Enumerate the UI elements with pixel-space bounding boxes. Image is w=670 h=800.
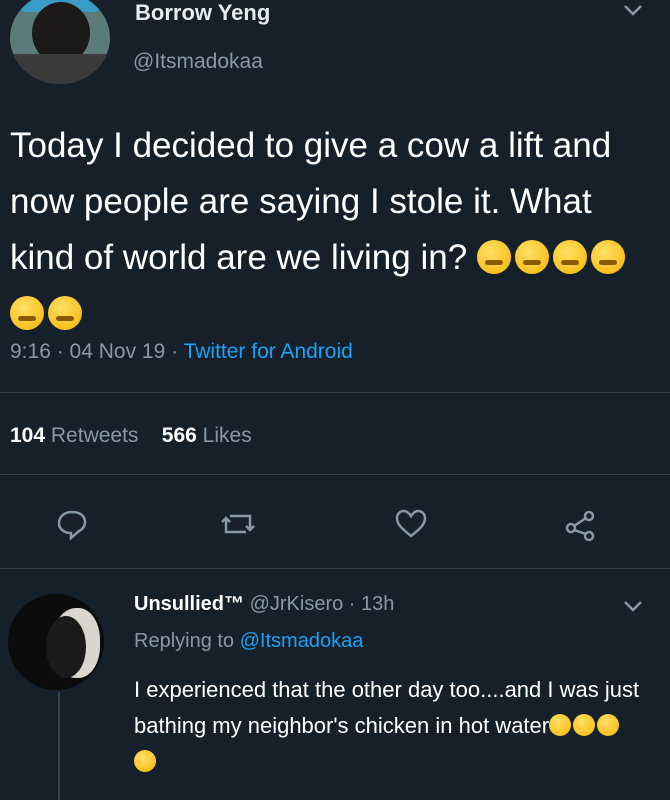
retweets-count: 104 xyxy=(10,424,46,447)
divider xyxy=(0,568,670,569)
tears-of-joy-face-icon xyxy=(597,714,620,736)
replying-to-handle[interactable]: @Itsmadokaa xyxy=(240,630,364,652)
divider xyxy=(0,474,670,475)
thread-line xyxy=(58,692,60,800)
replying-to-prefix: Replying to xyxy=(134,630,235,652)
tears-of-joy-face-icon xyxy=(590,240,625,274)
author-avatar[interactable] xyxy=(10,0,110,84)
replying-to: Replying to @Itsmadokaa xyxy=(134,630,363,653)
crying-face-icon xyxy=(552,240,587,274)
loudly-crying-face-icon xyxy=(573,714,596,736)
share-icon[interactable] xyxy=(562,506,598,547)
tweet-meta: 9:16 · 04 Nov 19 · Twitter for Android xyxy=(10,340,353,363)
reply-age: 13h xyxy=(361,593,395,615)
retweet-icon[interactable] xyxy=(218,506,258,547)
crying-face-icon xyxy=(514,240,549,274)
retweets-label: Retweets xyxy=(50,424,139,447)
like-icon[interactable] xyxy=(393,506,429,547)
tweet-date: 04 Nov 19 xyxy=(69,340,166,363)
avatar-shirt xyxy=(10,54,110,84)
reply-header: Unsullied™ @JrKisero · 13h xyxy=(134,593,395,615)
loudly-crying-face-icon xyxy=(549,714,572,736)
reply-author-name[interactable]: Unsullied™ xyxy=(134,593,244,615)
reply-author-handle[interactable]: @JrKisero xyxy=(250,593,344,615)
chevron-down-icon[interactable] xyxy=(622,0,644,23)
tears-of-joy-face-icon xyxy=(134,750,156,772)
retweets-stat[interactable]: 104 Retweets xyxy=(10,424,138,447)
author-name[interactable]: Borrow Yeng xyxy=(135,0,270,26)
tears-of-joy-face-icon xyxy=(10,296,44,330)
reply-author-avatar[interactable] xyxy=(8,594,104,690)
divider xyxy=(0,392,670,393)
pensive-face-icon xyxy=(476,240,511,274)
chevron-down-icon[interactable] xyxy=(622,596,644,619)
tears-of-joy-face-icon xyxy=(48,296,82,330)
author-handle[interactable]: @Itsmadokaa xyxy=(133,50,263,74)
tweet-text: Today I decided to give a cow a lift and… xyxy=(10,118,660,342)
likes-label: Likes xyxy=(202,424,252,447)
likes-stat[interactable]: 566 Likes xyxy=(162,424,252,447)
likes-count: 566 xyxy=(161,424,197,447)
reply-text: I experienced that the other day too....… xyxy=(134,672,654,780)
avatar-shade xyxy=(46,616,86,678)
tweet-stats: 104 Retweets 566 Likes xyxy=(10,424,252,448)
tweet-time: 9:16 xyxy=(10,340,51,363)
reply-icon[interactable] xyxy=(54,506,90,547)
tweet-source-link[interactable]: Twitter for Android xyxy=(184,340,353,363)
